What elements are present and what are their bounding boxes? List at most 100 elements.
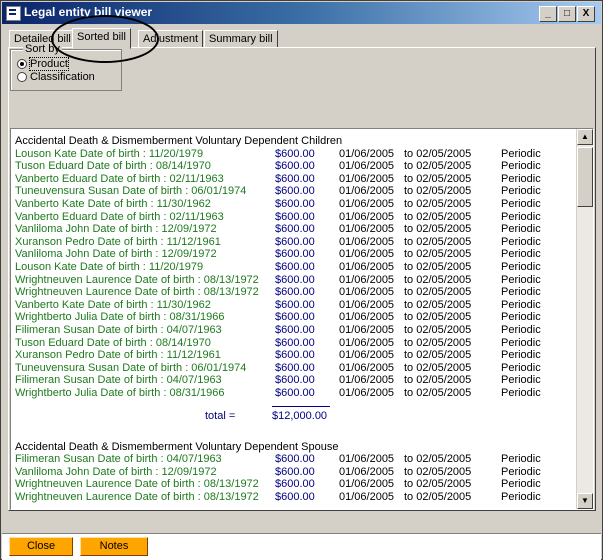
bill-row-amount: $600.00	[275, 336, 315, 349]
bill-row-amount: $600.00	[275, 235, 315, 248]
bill-row-amount: $600.00	[275, 387, 315, 399]
radio-product-label[interactable]: Product	[29, 57, 69, 71]
bill-row-name: Wrightneuven Laurence Date of birth : 08…	[15, 478, 259, 491]
bill-row-from: 01/06/2005	[339, 223, 395, 236]
bill-row-type: Periodic	[501, 273, 541, 286]
bill-row-to: to 02/05/2005	[404, 349, 472, 362]
radio-circle-icon[interactable]	[17, 59, 27, 69]
radio-classification[interactable]: Classification	[17, 71, 95, 83]
bill-row-name: Tuneuvensura Susan Date of birth : 06/01…	[15, 185, 247, 198]
bill-row-from: 01/06/2005	[339, 172, 395, 185]
bill-row-type: Periodic	[501, 453, 541, 466]
bill-row-from: 01/06/2005	[339, 147, 395, 160]
bill-row-to: to 02/05/2005	[404, 453, 472, 466]
section-header: Accidental Death & Dismemberment Volunta…	[15, 135, 343, 147]
title-bar[interactable]: Legal entity bill viewer _ □ X	[2, 2, 601, 24]
close-button[interactable]: Close	[9, 537, 73, 556]
bill-row-to: to 02/05/2005	[404, 491, 472, 503]
minimize-button[interactable]: _	[539, 6, 557, 22]
bill-row-to: to 02/05/2005	[404, 374, 472, 387]
bill-row-amount: $600.00	[275, 160, 315, 173]
bill-row-type: Periodic	[501, 223, 541, 236]
bill-row-amount: $600.00	[275, 361, 315, 374]
bill-row-to: to 02/05/2005	[404, 261, 472, 273]
bill-row-from: 01/06/2005	[339, 465, 395, 478]
bill-row-amount: $600.00	[275, 453, 315, 466]
bill-row-name: Wrightberto Julia Date of birth : 08/31/…	[15, 311, 225, 324]
bill-row-amount: $600.00	[275, 185, 315, 198]
bill-row-to: to 02/05/2005	[404, 324, 472, 336]
bill-row-from: 01/06/2005	[339, 478, 395, 491]
bill-row-amount: $600.00	[275, 198, 315, 210]
radio-classification-label[interactable]: Classification	[30, 71, 95, 83]
scroll-thumb[interactable]	[577, 147, 593, 207]
radio-circle-icon[interactable]	[17, 72, 27, 82]
section-total-label: total =	[205, 409, 236, 422]
bill-row-name: Vanliloma John Date of birth : 12/09/197…	[15, 223, 217, 236]
bill-row-from: 01/06/2005	[339, 185, 395, 198]
sort-by-legend: Sort by	[23, 43, 62, 55]
bill-row-to: to 02/05/2005	[404, 147, 472, 160]
bill-row-from: 01/06/2005	[339, 261, 395, 273]
bill-row-type: Periodic	[501, 147, 541, 160]
bill-row-to: to 02/05/2005	[404, 387, 472, 399]
bill-row-name: Wrightneuven Laurence Date of birth : 08…	[15, 491, 259, 503]
vertical-scrollbar[interactable]: ▲ ▼	[576, 129, 593, 509]
bill-row-amount: $600.00	[275, 478, 315, 491]
bill-row-type: Periodic	[501, 387, 541, 399]
sort-by-group: Sort by Product Classification	[10, 43, 122, 91]
window-title: Legal entity bill viewer	[24, 5, 153, 19]
bill-row-type: Periodic	[501, 361, 541, 374]
bill-row-from: 01/06/2005	[339, 248, 395, 261]
bill-row-from: 01/06/2005	[339, 491, 395, 503]
bill-row-from: 01/06/2005	[339, 286, 395, 299]
bill-row-amount: $600.00	[275, 172, 315, 185]
bill-row-to: to 02/05/2005	[404, 198, 472, 210]
close-window-button[interactable]: X	[577, 6, 595, 22]
bill-row-to: to 02/05/2005	[404, 478, 472, 491]
bill-row-amount: $600.00	[275, 286, 315, 299]
bill-row-amount: $600.00	[275, 311, 315, 324]
bill-row-name: Vanberto Eduard Date of birth : 02/11/19…	[15, 210, 224, 223]
bill-row-amount: $600.00	[275, 349, 315, 362]
app-icon[interactable]	[6, 6, 21, 21]
bill-row-name: Tuneuvensura Susan Date of birth : 06/01…	[15, 361, 247, 374]
bill-row-type: Periodic	[501, 311, 541, 324]
bill-row-type: Periodic	[501, 160, 541, 173]
bill-row-from: 01/06/2005	[339, 349, 395, 362]
bill-row-from: 01/06/2005	[339, 273, 395, 286]
scroll-down-arrow-icon[interactable]: ▼	[577, 493, 593, 509]
bill-row-name: Filimeran Susan Date of birth : 04/07/19…	[15, 324, 222, 336]
bill-row-amount: $600.00	[275, 223, 315, 236]
bottom-bar: Close Notes	[2, 533, 601, 560]
radio-product[interactable]: Product	[17, 57, 69, 71]
scroll-up-arrow-icon[interactable]: ▲	[577, 129, 593, 145]
bill-row-type: Periodic	[501, 324, 541, 336]
tab-adjustment[interactable]: Adjustment	[138, 30, 204, 48]
bill-row-from: 01/06/2005	[339, 298, 395, 311]
bill-row-name: Vanliloma John Date of birth : 12/09/197…	[15, 465, 217, 478]
bill-row-from: 01/06/2005	[339, 453, 395, 466]
bill-row-name: Vanberto Kate Date of birth : 11/30/1962	[15, 298, 211, 311]
bill-row-name: Vanberto Kate Date of birth : 11/30/1962	[15, 198, 211, 210]
maximize-button[interactable]: □	[558, 6, 576, 22]
bill-row-type: Periodic	[501, 261, 541, 273]
bill-row-type: Periodic	[501, 349, 541, 362]
bill-row-to: to 02/05/2005	[404, 172, 472, 185]
bill-row-from: 01/06/2005	[339, 324, 395, 336]
tab-summary-bill[interactable]: Summary bill	[204, 30, 278, 48]
bill-row-amount: $600.00	[275, 210, 315, 223]
bill-row-type: Periodic	[501, 491, 541, 503]
bill-row-amount: $600.00	[275, 465, 315, 478]
bill-row-type: Periodic	[501, 248, 541, 261]
bill-row-from: 01/06/2005	[339, 160, 395, 173]
bill-row-name: Louson Kate Date of birth : 11/20/1979	[15, 147, 204, 160]
bill-list[interactable]: Accidental Death & Dismemberment Volunta…	[10, 128, 594, 510]
bill-row-type: Periodic	[501, 185, 541, 198]
bill-row-amount: $600.00	[275, 324, 315, 336]
notes-button[interactable]: Notes	[80, 537, 148, 556]
tab-sorted-bill[interactable]: Sorted bill	[72, 28, 131, 49]
bill-row-name: Vanliloma John Date of birth : 12/09/197…	[15, 248, 217, 261]
bill-row-to: to 02/05/2005	[404, 248, 472, 261]
bill-row-to: to 02/05/2005	[404, 465, 472, 478]
